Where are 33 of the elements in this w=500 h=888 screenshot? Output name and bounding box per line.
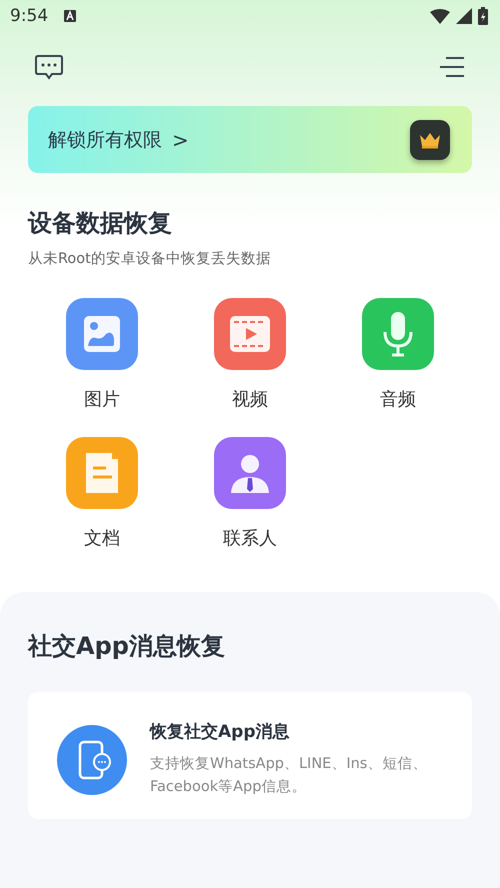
- battery-icon: [478, 7, 488, 25]
- status-time: 9:54: [10, 6, 48, 26]
- video-icon: [214, 298, 286, 370]
- phone-message-icon: [56, 724, 128, 796]
- category-label: 音频: [380, 388, 416, 411]
- notification-icon: [64, 10, 76, 22]
- banner-text: 解锁所有权限: [48, 128, 162, 152]
- card-title: 恢复社交App消息: [150, 721, 290, 743]
- crown-icon: [418, 130, 442, 148]
- category-tile[interactable]: 音频: [324, 298, 472, 411]
- category-label: 联系人: [223, 527, 277, 550]
- category-label: 视频: [232, 388, 268, 411]
- section-title: 社交App消息恢复: [28, 631, 226, 662]
- menu-icon[interactable]: [440, 56, 464, 78]
- person-icon: [214, 437, 286, 509]
- category-tile[interactable]: 图片: [28, 298, 176, 411]
- category-tile[interactable]: 联系人: [176, 437, 324, 550]
- category-label: 图片: [84, 388, 120, 411]
- image-icon: [66, 298, 138, 370]
- card-description: 支持恢复WhatsApp、LINE、Ins、短信、Facebook等App信息。: [150, 755, 428, 798]
- chevron-icon: >: [172, 128, 189, 152]
- social-card[interactable]: 恢复社交App消息 支持恢复WhatsApp、LINE、Ins、短信、Facebook等App信息。: [28, 692, 472, 820]
- wifi-icon: [430, 8, 450, 24]
- category-tile[interactable]: 文档: [28, 437, 176, 550]
- section-subtitle: 从未Root的安卓设备中恢复丢失数据: [28, 250, 272, 268]
- document-icon: [66, 437, 138, 509]
- signal-icon: [456, 8, 472, 24]
- category-label: 文档: [84, 527, 120, 550]
- unlock-banner[interactable]: 解锁所有权限 >: [28, 106, 472, 173]
- section-title: 设备数据恢复: [28, 208, 173, 239]
- microphone-icon: [362, 298, 434, 370]
- chat-icon[interactable]: [34, 54, 64, 80]
- category-tile[interactable]: 视频: [176, 298, 324, 411]
